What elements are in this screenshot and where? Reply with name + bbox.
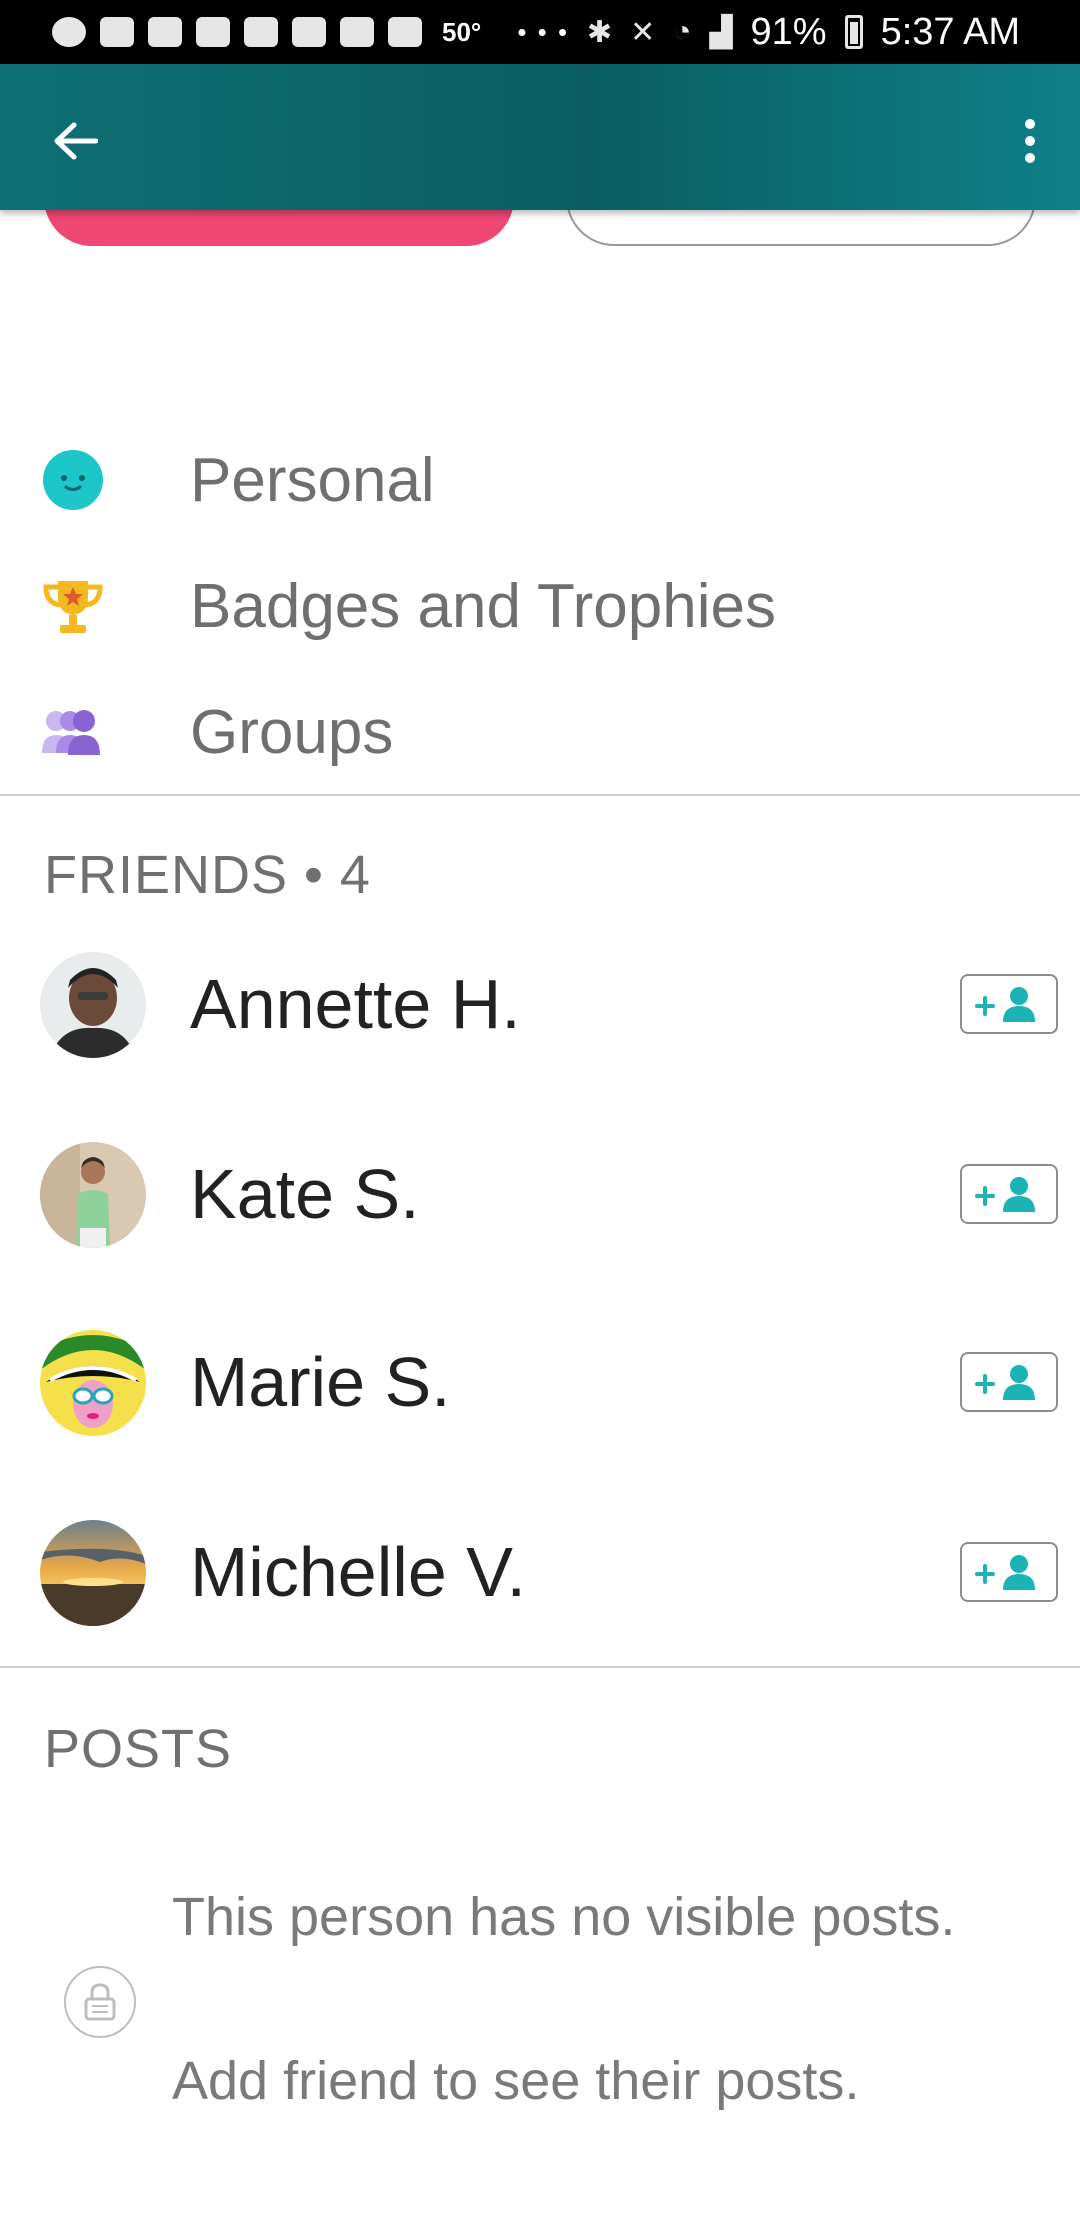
- status-bar: 50° • • • ✱ ✕ ◔ ▟ 91% 5:37 AM: [0, 0, 1080, 64]
- friend-row[interactable]: Marie S.: [0, 1318, 1080, 1448]
- more-options-button[interactable]: [1000, 106, 1060, 176]
- no-posts-message: This person has no visible posts.: [172, 1887, 956, 1947]
- divider: [0, 794, 1080, 796]
- message-icon: [100, 17, 134, 47]
- battery-percent: 91%: [750, 10, 827, 53]
- add-friend-button[interactable]: [960, 1164, 1058, 1224]
- signal-icon: ▟: [709, 15, 733, 49]
- menu-item-badges[interactable]: Badges and Trophies: [0, 556, 1080, 656]
- friend-row[interactable]: Michelle V.: [0, 1508, 1080, 1638]
- menu-item-personal[interactable]: Personal: [0, 430, 1080, 530]
- divider: [0, 1666, 1080, 1668]
- avatar[interactable]: [40, 1520, 146, 1626]
- add-friend-icon: [975, 1555, 1035, 1590]
- mute-icon: ✕: [630, 15, 656, 49]
- back-button[interactable]: [40, 106, 110, 176]
- trophy-icon: [40, 573, 106, 639]
- messenger-icon: [52, 17, 86, 47]
- fitness-icon: [244, 17, 278, 47]
- friend-row[interactable]: Annette H.: [0, 940, 1080, 1070]
- add-friend-icon: [975, 1365, 1035, 1400]
- posts-heading: POSTS: [44, 1719, 233, 1779]
- arrow-left-icon: [54, 122, 98, 160]
- wifi-icon: ◔: [673, 15, 692, 48]
- friend-name[interactable]: Kate S.: [190, 1154, 420, 1234]
- add-friend-hint: Add friend to see their posts.: [172, 2051, 860, 2111]
- mail-icon: [196, 17, 230, 47]
- add-friend-button[interactable]: [960, 1352, 1058, 1412]
- menu-item-label: Badges and Trophies: [190, 571, 776, 641]
- menu-item-label: Personal: [190, 445, 435, 515]
- friend-name[interactable]: Michelle V.: [190, 1532, 526, 1612]
- avatar[interactable]: [40, 1142, 146, 1248]
- amazon-icon: [292, 17, 326, 47]
- weather-temp: 50°: [442, 16, 482, 47]
- friends-heading: FRIENDS • 4: [44, 845, 371, 905]
- app-bar: [0, 64, 1080, 210]
- add-friend-button[interactable]: [960, 974, 1058, 1034]
- news-icon: [148, 17, 182, 47]
- add-friend-icon: [975, 1177, 1035, 1212]
- battery-icon: [844, 15, 863, 49]
- friend-name[interactable]: Annette H.: [190, 964, 521, 1044]
- more-notifications-icon: • • •: [517, 16, 570, 47]
- friend-name[interactable]: Marie S.: [190, 1342, 451, 1422]
- system-icons: ✱ ✕ ◔ ▟ 91% 5:37 AM: [587, 10, 1020, 54]
- bluetooth-icon: ✱: [587, 15, 613, 49]
- add-friend-icon: [975, 987, 1035, 1022]
- menu-item-groups[interactable]: Groups: [0, 682, 1080, 782]
- avatar[interactable]: [40, 952, 146, 1058]
- bed-icon: [340, 17, 374, 47]
- lock-icon: [64, 1966, 136, 2038]
- friend-row[interactable]: Kate S.: [0, 1130, 1080, 1260]
- menu-item-label: Groups: [190, 697, 394, 767]
- more-vertical-icon: [1025, 119, 1035, 163]
- add-friend-button[interactable]: [960, 1542, 1058, 1602]
- smiley-face-icon: [40, 447, 106, 513]
- notification-icons: 50° • • •: [52, 12, 569, 52]
- image-icon: [388, 17, 422, 47]
- clock: 5:37 AM: [880, 10, 1020, 53]
- groups-icon: [40, 699, 106, 765]
- avatar[interactable]: [40, 1330, 146, 1436]
